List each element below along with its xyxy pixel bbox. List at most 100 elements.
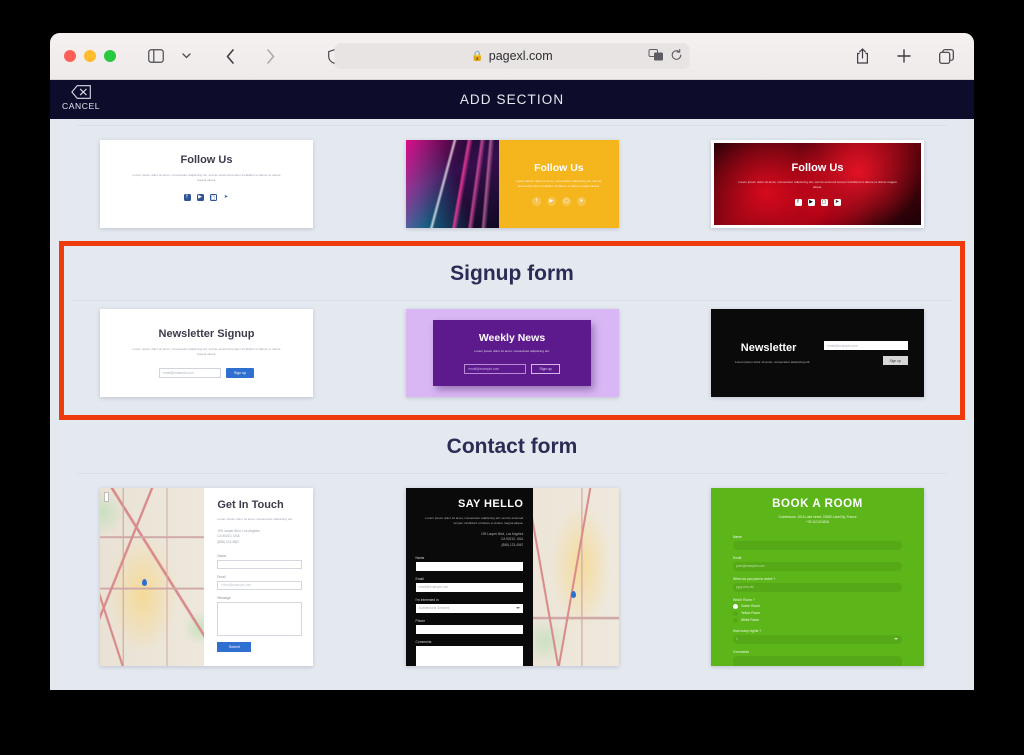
facebook-icon: f: [794, 198, 802, 206]
share-icon[interactable]: [848, 43, 876, 69]
street-map: [533, 488, 619, 666]
comments-field[interactable]: [415, 645, 524, 666]
page-title: ADD SECTION: [459, 92, 565, 107]
youtube-icon: ▶: [196, 193, 204, 201]
radio-yellow-room[interactable]: Yellow Room: [733, 610, 902, 616]
section-contact-form: Contact form Get In Touch Lorem ipsum do…: [64, 415, 960, 684]
map-zoom-control[interactable]: [104, 492, 109, 502]
radio-label: Green Room: [741, 604, 760, 609]
chevron-down-icon[interactable]: [172, 43, 200, 69]
maximize-window-button[interactable]: [104, 50, 116, 62]
social-icons: f ▶ ▢ ➤: [794, 198, 841, 206]
message-field[interactable]: [217, 601, 302, 636]
close-window-button[interactable]: [64, 50, 76, 62]
reload-icon[interactable]: [671, 48, 683, 64]
phone-field[interactable]: [415, 624, 524, 634]
radio-icon: [733, 610, 738, 616]
plus-icon[interactable]: [890, 43, 918, 69]
card-heading: Follow Us: [180, 154, 233, 166]
card-follow-us-yellow[interactable]: Follow Us Lorem ipsum dolor sit amet, co…: [405, 140, 619, 228]
section-signup-form[interactable]: Signup form Newsletter Signup Lorem ipsu…: [59, 241, 965, 420]
submit-button[interactable]: Submit: [217, 641, 252, 652]
email-label: Email: [415, 576, 424, 581]
nights-label: How many nights ?: [733, 628, 762, 633]
card-newsletter-signup-white[interactable]: Newsletter Signup Lorem ipsum dolor sit …: [100, 309, 313, 397]
card-row: Follow Us Lorem ipsum dolor sit amet, co…: [64, 126, 960, 246]
card-heading: Newsletter: [740, 341, 797, 354]
card-follow-us-white[interactable]: Follow Us Lorem ipsum dolor sit amet, co…: [100, 140, 313, 228]
message-label: Message: [217, 595, 231, 600]
email-input[interactable]: email@example.com: [464, 363, 527, 374]
name-field[interactable]: [217, 559, 302, 569]
card-get-in-touch[interactable]: Get In Touch Lorem ipsum dolor sit amet,…: [100, 488, 313, 666]
radio-green-room[interactable]: Green Room: [733, 603, 902, 609]
card-heading: Newsletter Signup: [158, 327, 255, 340]
browser-toolbar: 🔒 pagexl.com: [50, 33, 974, 80]
tab-overview-icon[interactable]: [932, 43, 960, 69]
card-book-a-room[interactable]: BOOK A ROOM Guesthouse, 1914 Lake street…: [711, 488, 924, 666]
browser-window: 🔒 pagexl.com CANCEL ADD SECTION Follow U…: [50, 33, 974, 690]
street-map: [100, 488, 205, 666]
section-gallery[interactable]: Follow Us Lorem ipsum dolor sit amet, co…: [50, 119, 974, 690]
radio-icon: [733, 603, 738, 609]
card-weekly-news-purple[interactable]: Weekly News Lorem ipsum dolor sit amet, …: [405, 309, 619, 397]
email-input[interactable]: email@example.com: [158, 368, 221, 379]
radio-white-room[interactable]: White Room: [733, 617, 902, 623]
app-top-bar: CANCEL ADD SECTION: [50, 80, 974, 119]
url-text: pagexl.com: [488, 49, 553, 63]
youtube-icon: ▶: [807, 198, 815, 206]
card-address: Guesthouse, 1914 Lake street, 03080 Lake…: [778, 515, 857, 525]
card-follow-us-red[interactable]: Follow Us Lorem ipsum dolor sit amet, co…: [711, 140, 924, 228]
radio-label: Yellow Room: [741, 611, 761, 616]
social-icons: f ▶ ▢ ➤: [531, 197, 586, 207]
lock-icon: 🔒: [471, 50, 484, 62]
cancel-button[interactable]: CANCEL: [62, 84, 100, 111]
arrival-date-label: When do you plan to arrive ?: [733, 576, 776, 581]
interested-in-select[interactable]: Architectural Services: [415, 603, 524, 613]
signup-button[interactable]: Sign up: [882, 356, 908, 365]
card-body: Lorem ipsum dolor sit amet, consectetur …: [516, 178, 602, 188]
signup-button[interactable]: Sign up: [225, 368, 255, 379]
room-radio-group[interactable]: Green Room Yellow Room White Room: [733, 603, 902, 623]
card-body: Lorem ipsum dolor sit amet, consectetur …: [425, 516, 524, 525]
nights-select[interactable]: 1: [733, 634, 902, 644]
card-row: Get In Touch Lorem ipsum dolor sit amet,…: [64, 474, 960, 684]
phone-label: Phone: [415, 618, 426, 623]
minimize-window-button[interactable]: [84, 50, 96, 62]
card-say-hello[interactable]: SAY HELLO Lorem ipsum dolor sit amet, co…: [405, 488, 619, 666]
email-field[interactable]: inbox@example.com: [217, 580, 302, 590]
translate-icon[interactable]: [648, 48, 664, 64]
radio-label: White Room: [741, 618, 760, 623]
map-pin-icon: [141, 578, 147, 586]
forward-chevron-icon[interactable]: [256, 43, 284, 69]
email-label: Email: [217, 574, 226, 579]
email-field[interactable]: your@example.com: [733, 561, 902, 571]
comments-label: Comments: [733, 649, 749, 654]
name-field[interactable]: [733, 540, 902, 550]
arrival-date-field[interactable]: yyyy-mm-dd: [733, 582, 902, 592]
comments-field[interactable]: [733, 655, 902, 666]
card-heading: Get In Touch: [217, 499, 284, 511]
card-newsletter-black[interactable]: Newsletter Lorem ipsum dolor sit amet, c…: [711, 309, 924, 397]
email-field[interactable]: email@example.com: [415, 582, 524, 592]
neon-city-street-photo: [405, 140, 500, 228]
signup-button[interactable]: Sign up: [531, 363, 560, 374]
twitter-icon: ➤: [576, 197, 586, 207]
back-chevron-icon[interactable]: [216, 43, 244, 69]
email-label: Email: [733, 555, 742, 560]
youtube-icon: ▶: [546, 197, 556, 207]
sidebar-toggle-icon[interactable]: [142, 43, 170, 69]
card-address: 199 Lauper Blvd, Los Angeles CA 90210, U…: [217, 528, 260, 544]
which-room-label: Which Room ?: [733, 597, 755, 602]
name-field[interactable]: [415, 561, 524, 571]
name-label: Name: [415, 555, 425, 560]
address-bar[interactable]: 🔒 pagexl.com: [334, 43, 690, 69]
map-pin-icon: [570, 591, 576, 599]
twitter-icon: ➤: [833, 198, 841, 206]
card-heading: SAY HELLO: [457, 498, 524, 510]
twitter-icon: ➤: [223, 193, 229, 200]
card-body: Lorem ipsum dolor sit amet, consectetur …: [217, 517, 293, 521]
card-heading: Follow Us: [534, 161, 584, 174]
email-input[interactable]: email@example.com: [824, 341, 908, 350]
window-controls: [64, 50, 116, 62]
